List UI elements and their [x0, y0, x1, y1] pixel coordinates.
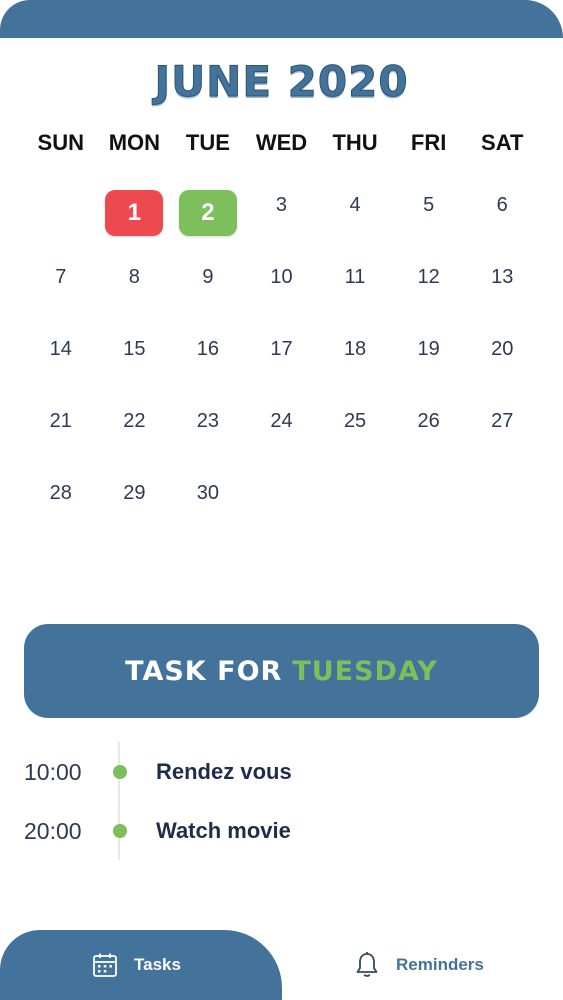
- calendar-day[interactable]: 8: [98, 258, 172, 330]
- nav-tab-tasks[interactable]: Tasks: [92, 930, 181, 1000]
- calendar-day-label: 29: [123, 482, 146, 504]
- weekday-label: SAT: [481, 130, 524, 155]
- bell-icon: [354, 951, 380, 979]
- calendar-day-label: 26: [417, 410, 440, 432]
- calendar-day[interactable]: 18: [318, 330, 392, 402]
- calendar-day[interactable]: 26: [392, 402, 466, 474]
- calendar-day[interactable]: 20: [465, 330, 539, 402]
- calendar-day-label: 28: [49, 482, 72, 504]
- calendar-day[interactable]: 9: [171, 258, 245, 330]
- calendar-day-label: 17: [270, 338, 293, 360]
- calendar-day[interactable]: 29: [98, 474, 172, 546]
- calendar-day[interactable]: 22: [98, 402, 172, 474]
- calendar-day[interactable]: 17: [245, 330, 319, 402]
- calendar-day-label: 14: [49, 338, 72, 360]
- calendar-day-label: 5: [423, 194, 435, 216]
- calendar-day[interactable]: 14: [24, 330, 98, 402]
- weekday-label: FRI: [410, 130, 447, 155]
- task-item[interactable]: 20:00 Watch movie: [24, 815, 524, 847]
- calendar-day-label: 13: [491, 266, 514, 288]
- calendar-day-label: 19: [417, 338, 440, 360]
- calendar-day-label: 21: [49, 410, 72, 432]
- calendar-day[interactable]: 7: [24, 258, 98, 330]
- calendar-day[interactable]: 25: [318, 402, 392, 474]
- calendar-days-grid: 1 2 3 4 5 6 7 8 9 10 11 12 13 14 15 16 17 18 19 20 21 22 23 24 2…: [24, 186, 539, 546]
- calendar-day[interactable]: 16: [171, 330, 245, 402]
- task-item[interactable]: 10:00 Rendez vous: [24, 756, 524, 788]
- calendar-day-label: 24: [270, 410, 293, 432]
- task-title: Watch movie: [156, 818, 291, 843]
- task-time: 10:00: [24, 759, 82, 785]
- nav-tab-tasks-label: Tasks: [134, 955, 181, 974]
- calendar-day[interactable]: 10: [245, 258, 319, 330]
- calendar-day[interactable]: 27: [465, 402, 539, 474]
- calendar-day-label: 18: [343, 338, 367, 360]
- calendar-day[interactable]: 24: [245, 402, 319, 474]
- calendar-day-label: 6: [496, 194, 508, 216]
- calendar-day-label: 27: [491, 410, 514, 432]
- nav-tab-reminders-label: Reminders: [396, 955, 484, 974]
- calendar-day-label: 9: [202, 266, 214, 288]
- month-title: JUNE 2020: [154, 57, 409, 106]
- calendar-day-label: 16: [196, 338, 220, 360]
- bottom-navigation: Tasks Reminders: [0, 930, 563, 1000]
- calendar-day-marked-red-label: 1: [105, 190, 164, 236]
- timeline-dot: [113, 824, 127, 838]
- calendar-day-label: 15: [123, 338, 146, 360]
- timeline-dot: [113, 765, 127, 779]
- calendar-day[interactable]: 3: [245, 186, 319, 258]
- calendar-empty-cell: [24, 186, 98, 258]
- task-time: 20:00: [24, 818, 82, 844]
- weekday-header: SUN MON TUE WED THU FRI SAT: [24, 128, 539, 158]
- calendar-day-label: 10: [270, 266, 293, 288]
- calendar-day[interactable]: 1: [98, 186, 172, 258]
- calendar-day-label: 8: [128, 266, 140, 288]
- weekday-label: TUE: [185, 130, 230, 155]
- weekday-label: WED: [255, 130, 308, 155]
- weekday-label: MON: [108, 130, 161, 155]
- calendar-day[interactable]: 21: [24, 402, 98, 474]
- weekday-label: THU: [332, 130, 378, 155]
- calendar-day[interactable]: 15: [98, 330, 172, 402]
- calendar-day-label: 22: [123, 410, 146, 432]
- calendar-day[interactable]: 28: [24, 474, 98, 546]
- calendar-day-label: 20: [491, 338, 514, 360]
- calendar-day[interactable]: 12: [392, 258, 466, 330]
- calendar-day[interactable]: 23: [171, 402, 245, 474]
- calendar-day-label: 3: [275, 194, 288, 216]
- nav-tab-reminders[interactable]: Reminders: [354, 930, 484, 1000]
- calendar-day[interactable]: 13: [465, 258, 539, 330]
- calendar-day-label: 7: [55, 266, 67, 288]
- calendar-day[interactable]: 11: [318, 258, 392, 330]
- calendar-day-label: 23: [196, 410, 220, 432]
- calendar-day[interactable]: 19: [392, 330, 466, 402]
- task-title: Rendez vous: [156, 759, 292, 784]
- calendar-day-selected-label: 2: [178, 190, 237, 236]
- calendar-day-label: 4: [349, 194, 361, 216]
- calendar-day-label: 30: [196, 482, 220, 504]
- calendar-day-label: 25: [343, 410, 367, 432]
- task-banner: TASK FOR TUESDAY: [24, 624, 539, 718]
- calendar-day[interactable]: 6: [465, 186, 539, 258]
- task-banner-day: TUESDAY: [292, 655, 438, 687]
- calendar-day[interactable]: 30: [171, 474, 245, 546]
- calendar-day-label: 12: [417, 266, 440, 288]
- task-banner-prefix: TASK FOR: [125, 655, 283, 687]
- top-header-band: [0, 0, 563, 38]
- calendar-day-label: 11: [344, 266, 366, 288]
- weekday-label: SUN: [37, 130, 84, 155]
- calendar-icon: [92, 952, 118, 978]
- calendar-day[interactable]: 2: [171, 186, 245, 258]
- calendar-day[interactable]: 5: [392, 186, 466, 258]
- calendar-day[interactable]: 4: [318, 186, 392, 258]
